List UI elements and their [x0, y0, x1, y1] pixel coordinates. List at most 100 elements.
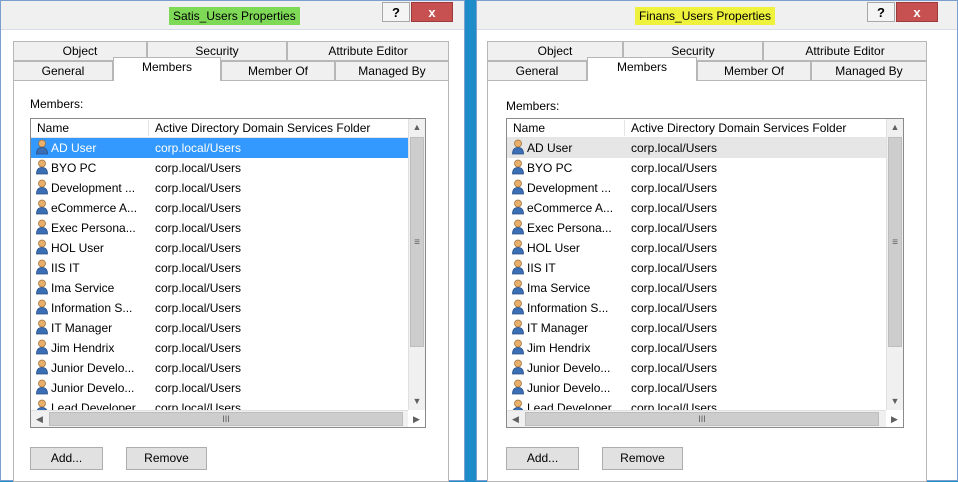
tab-members[interactable]: Members	[587, 57, 697, 81]
member-name-text: Lead Developer	[527, 401, 612, 410]
table-row[interactable]: Junior Develo... corp.local/Users	[507, 358, 886, 378]
member-name: Ima Service	[35, 278, 149, 298]
member-folder: corp.local/Users	[631, 401, 718, 410]
table-row[interactable]: Information S... corp.local/Users	[507, 298, 886, 318]
members-tab-panel: Members: Name Active Directory Domain Se…	[13, 80, 449, 482]
table-row[interactable]: Jim Hendrix corp.local/Users	[31, 338, 408, 358]
member-folder: corp.local/Users	[155, 401, 242, 410]
dialog-title: Finans_Users Properties	[635, 7, 776, 25]
member-folder: corp.local/Users	[631, 341, 718, 355]
close-button[interactable]: x	[411, 2, 453, 22]
member-folder: corp.local/Users	[155, 341, 242, 355]
member-name-text: Jim Hendrix	[527, 341, 591, 355]
table-row[interactable]: Exec Persona... corp.local/Users	[31, 218, 408, 238]
user-icon	[35, 179, 49, 195]
table-row[interactable]: Junior Develo... corp.local/Users	[507, 378, 886, 398]
table-row[interactable]: eCommerce A... corp.local/Users	[31, 198, 408, 218]
column-header-name[interactable]: Name	[31, 120, 149, 136]
table-row[interactable]: Jim Hendrix corp.local/Users	[507, 338, 886, 358]
table-row[interactable]: Information S... corp.local/Users	[31, 298, 408, 318]
member-name: BYO PC	[511, 158, 625, 178]
user-icon	[35, 259, 49, 275]
member-folder: corp.local/Users	[155, 381, 242, 395]
table-row[interactable]: eCommerce A... corp.local/Users	[507, 198, 886, 218]
table-row[interactable]: IIS IT corp.local/Users	[31, 258, 408, 278]
member-folder: corp.local/Users	[631, 161, 718, 175]
help-button[interactable]: ?	[382, 2, 410, 22]
table-row[interactable]: Exec Persona... corp.local/Users	[507, 218, 886, 238]
table-row[interactable]: Ima Service corp.local/Users	[507, 278, 886, 298]
horizontal-scroll-thumb[interactable]: III	[525, 412, 879, 426]
user-icon	[35, 299, 49, 315]
scroll-left-arrow-icon[interactable]: ◀	[507, 411, 524, 427]
scroll-down-arrow-icon[interactable]: ▼	[409, 393, 425, 410]
remove-button[interactable]: Remove	[126, 447, 207, 470]
list-rows: AD User corp.local/Users BYO PC corp.local/…	[507, 138, 886, 410]
tab-members[interactable]: Members	[113, 57, 221, 81]
member-folder: corp.local/Users	[631, 201, 718, 215]
table-row[interactable]: BYO PC corp.local/Users	[507, 158, 886, 178]
horizontal-scrollbar[interactable]: ◀ III ▶	[507, 410, 898, 427]
user-icon	[511, 319, 525, 335]
member-name-text: Development ...	[51, 181, 136, 195]
member-name-text: Information S...	[527, 301, 609, 315]
scroll-right-arrow-icon[interactable]: ▶	[408, 411, 425, 427]
vertical-scrollbar[interactable]: ▲ ≡ ▼	[886, 119, 903, 410]
scroll-left-arrow-icon[interactable]: ◀	[31, 411, 48, 427]
table-row[interactable]: Development ... corp.local/Users	[31, 178, 408, 198]
table-row[interactable]: IT Manager corp.local/Users	[31, 318, 408, 338]
remove-button[interactable]: Remove	[602, 447, 683, 470]
table-row[interactable]: IIS IT corp.local/Users	[507, 258, 886, 278]
member-name: Junior Develo...	[511, 358, 625, 378]
table-row[interactable]: Junior Develo... corp.local/Users	[31, 378, 408, 398]
member-folder: corp.local/Users	[631, 381, 718, 395]
scroll-up-arrow-icon[interactable]: ▲	[409, 119, 425, 136]
table-row[interactable]: HOL User corp.local/Users	[31, 238, 408, 258]
table-row[interactable]: IT Manager corp.local/Users	[507, 318, 886, 338]
title-bar[interactable]: Finans_Users Properties ? x	[477, 1, 957, 30]
table-row[interactable]: AD User corp.local/Users	[507, 138, 886, 158]
tab-general[interactable]: General	[13, 61, 113, 81]
horizontal-scrollbar[interactable]: ◀ III ▶	[31, 410, 420, 427]
member-name: Information S...	[511, 298, 625, 318]
column-header-name[interactable]: Name	[507, 120, 625, 136]
tab-managed-by[interactable]: Managed By	[335, 61, 449, 81]
vertical-scroll-thumb[interactable]: ≡	[888, 137, 902, 347]
members-list[interactable]: Name Active Directory Domain Services Fo…	[506, 118, 904, 428]
list-header: Name Active Directory Domain Services Fo…	[31, 119, 408, 138]
add-button[interactable]: Add...	[30, 447, 103, 470]
help-button[interactable]: ?	[867, 2, 895, 22]
column-header-folder[interactable]: Active Directory Domain Services Folder	[625, 120, 885, 136]
table-row[interactable]: Development ... corp.local/Users	[507, 178, 886, 198]
column-header-folder[interactable]: Active Directory Domain Services Folder	[149, 120, 409, 136]
member-name: eCommerce A...	[35, 198, 149, 218]
table-row[interactable]: AD User corp.local/Users	[31, 138, 408, 158]
table-row[interactable]: HOL User corp.local/Users	[507, 238, 886, 258]
user-icon	[511, 239, 525, 255]
member-name: Development ...	[511, 178, 625, 198]
members-list[interactable]: Name Active Directory Domain Services Fo…	[30, 118, 426, 428]
add-button[interactable]: Add...	[506, 447, 579, 470]
tab-attribute-editor[interactable]: Attribute Editor	[763, 41, 927, 61]
tab-attribute-editor[interactable]: Attribute Editor	[287, 41, 449, 61]
title-bar[interactable]: Satis_Users Properties ? x	[1, 1, 464, 30]
vertical-scrollbar[interactable]: ▲ ≡ ▼	[408, 119, 425, 410]
table-row[interactable]: Ima Service corp.local/Users	[31, 278, 408, 298]
vertical-scroll-thumb[interactable]: ≡	[410, 137, 424, 347]
horizontal-scroll-thumb[interactable]: III	[49, 412, 403, 426]
tab-member-of[interactable]: Member Of	[221, 61, 335, 81]
table-row[interactable]: Lead Developer corp.local/Users	[507, 398, 886, 410]
member-name: Junior Develo...	[511, 378, 625, 398]
table-row[interactable]: Junior Develo... corp.local/Users	[31, 358, 408, 378]
member-name: AD User	[35, 138, 149, 158]
scroll-up-arrow-icon[interactable]: ▲	[887, 119, 903, 136]
member-name-text: IT Manager	[51, 321, 113, 335]
table-row[interactable]: Lead Developer corp.local/Users	[31, 398, 408, 410]
tab-managed-by[interactable]: Managed By	[811, 61, 927, 81]
tab-general[interactable]: General	[487, 61, 587, 81]
close-button[interactable]: x	[896, 2, 938, 22]
scroll-down-arrow-icon[interactable]: ▼	[887, 393, 903, 410]
table-row[interactable]: BYO PC corp.local/Users	[31, 158, 408, 178]
tab-member-of[interactable]: Member Of	[697, 61, 811, 81]
scroll-right-arrow-icon[interactable]: ▶	[886, 411, 903, 427]
